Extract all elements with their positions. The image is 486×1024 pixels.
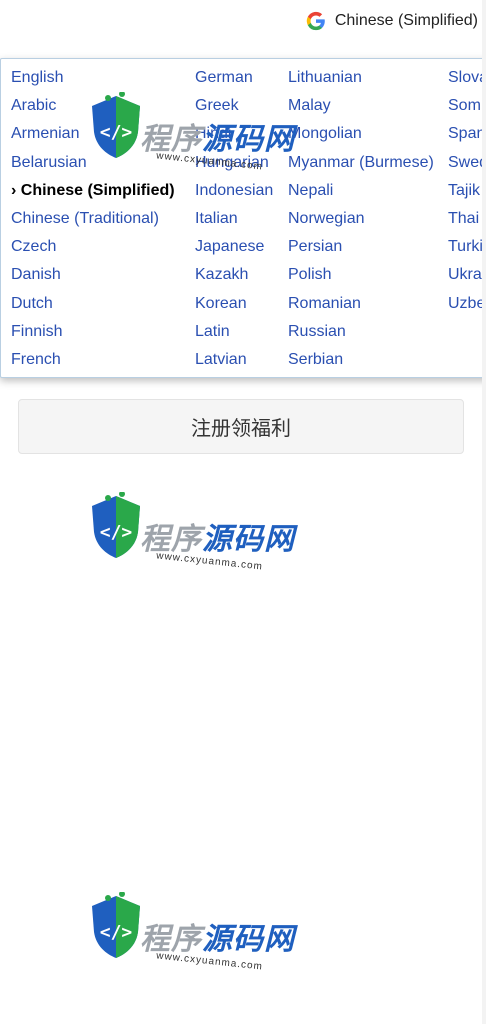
svg-text:</>: </>: [100, 922, 133, 943]
language-option[interactable]: Thai: [448, 208, 486, 236]
language-option[interactable]: Dutch: [11, 293, 175, 321]
language-option[interactable]: Czech: [11, 236, 175, 264]
translate-bar: Chinese (Simplified): [0, 0, 486, 44]
language-option[interactable]: Latin: [195, 321, 273, 349]
language-option[interactable]: Russian: [288, 321, 434, 349]
language-option[interactable]: French: [11, 349, 175, 377]
language-option[interactable]: Polish: [288, 264, 434, 292]
language-option[interactable]: Armenian: [11, 123, 175, 151]
shield-code-icon: </>: [92, 892, 140, 958]
language-option[interactable]: Japanese: [195, 236, 273, 264]
register-benefits-button[interactable]: 注册领福利: [18, 399, 464, 454]
language-option[interactable]: Hindi: [195, 123, 273, 151]
language-option[interactable]: Hungarian: [195, 152, 273, 180]
watermark-logo: </> 程序源码网 www.cxyuanma.com: [86, 492, 296, 592]
shield-code-icon: </>: [92, 492, 140, 558]
page: Chinese (Simplified) English Arabic Armeni…: [0, 0, 486, 1024]
language-column-2: German Greek Hindi Hungarian Indonesian Itali…: [195, 67, 273, 377]
language-option[interactable]: Greek: [195, 95, 273, 123]
language-option[interactable]: German: [195, 67, 273, 95]
language-option[interactable]: Lithuanian: [288, 67, 434, 95]
language-option[interactable]: Turki: [448, 236, 486, 264]
language-option[interactable]: Chinese (Traditional): [11, 208, 175, 236]
language-option[interactable]: Romanian: [288, 293, 434, 321]
language-option[interactable]: Uzbe: [448, 293, 486, 321]
language-option[interactable]: Nepali: [288, 180, 434, 208]
watermark-url: www.cxyuanma.com: [155, 950, 264, 973]
watermark-text: 程序源码网: [140, 923, 295, 956]
language-option[interactable]: English: [11, 67, 175, 95]
language-option[interactable]: › Chinese (Simplified): [11, 180, 175, 208]
language-option[interactable]: Slova: [448, 67, 486, 95]
language-option[interactable]: Mongolian: [288, 123, 434, 151]
language-dropdown-panel: English Arabic Armenian Belarusian › Chinese…: [0, 58, 486, 378]
language-option[interactable]: Korean: [195, 293, 273, 321]
language-option[interactable]: Danish: [11, 264, 175, 292]
language-option[interactable]: Serbian: [288, 349, 434, 377]
svg-text:</>: </>: [100, 522, 133, 543]
current-language-label: Chinese (Simplified): [334, 12, 478, 29]
language-option[interactable]: Persian: [288, 236, 434, 264]
scrollbar-track[interactable]: [482, 0, 486, 1024]
watermark-logo: </> 程序源码网 www.cxyuanma.com: [86, 892, 296, 992]
language-option[interactable]: Swed: [448, 152, 486, 180]
language-option[interactable]: Italian: [195, 208, 273, 236]
language-option[interactable]: Ukra: [448, 264, 486, 292]
language-option[interactable]: Latvian: [195, 349, 273, 377]
language-option[interactable]: Myanmar (Burmese): [288, 152, 434, 180]
language-column-4: Slova Som Span Swed Tajik Thai Turki Ukra Uzbe: [448, 67, 486, 321]
language-option[interactable]: Indonesian: [195, 180, 273, 208]
language-option[interactable]: Tajik: [448, 180, 486, 208]
google-g-icon: [305, 10, 327, 32]
language-column-3: Lithuanian Malay Mongolian Myanmar (Burmese…: [288, 67, 434, 377]
language-option[interactable]: Kazakh: [195, 264, 273, 292]
watermark-url: www.cxyuanma.com: [155, 550, 264, 573]
language-option[interactable]: Span: [448, 123, 486, 151]
watermark-text: 程序源码网: [140, 523, 295, 556]
language-option[interactable]: Belarusian: [11, 152, 175, 180]
language-selector-trigger[interactable]: Chinese (Simplified): [305, 8, 478, 34]
language-option[interactable]: Arabic: [11, 95, 175, 123]
language-option[interactable]: Norwegian: [288, 208, 434, 236]
language-option[interactable]: Finnish: [11, 321, 175, 349]
language-option[interactable]: Som: [448, 95, 486, 123]
language-option[interactable]: Malay: [288, 95, 434, 123]
language-column-1: English Arabic Armenian Belarusian › Chinese…: [11, 67, 175, 377]
